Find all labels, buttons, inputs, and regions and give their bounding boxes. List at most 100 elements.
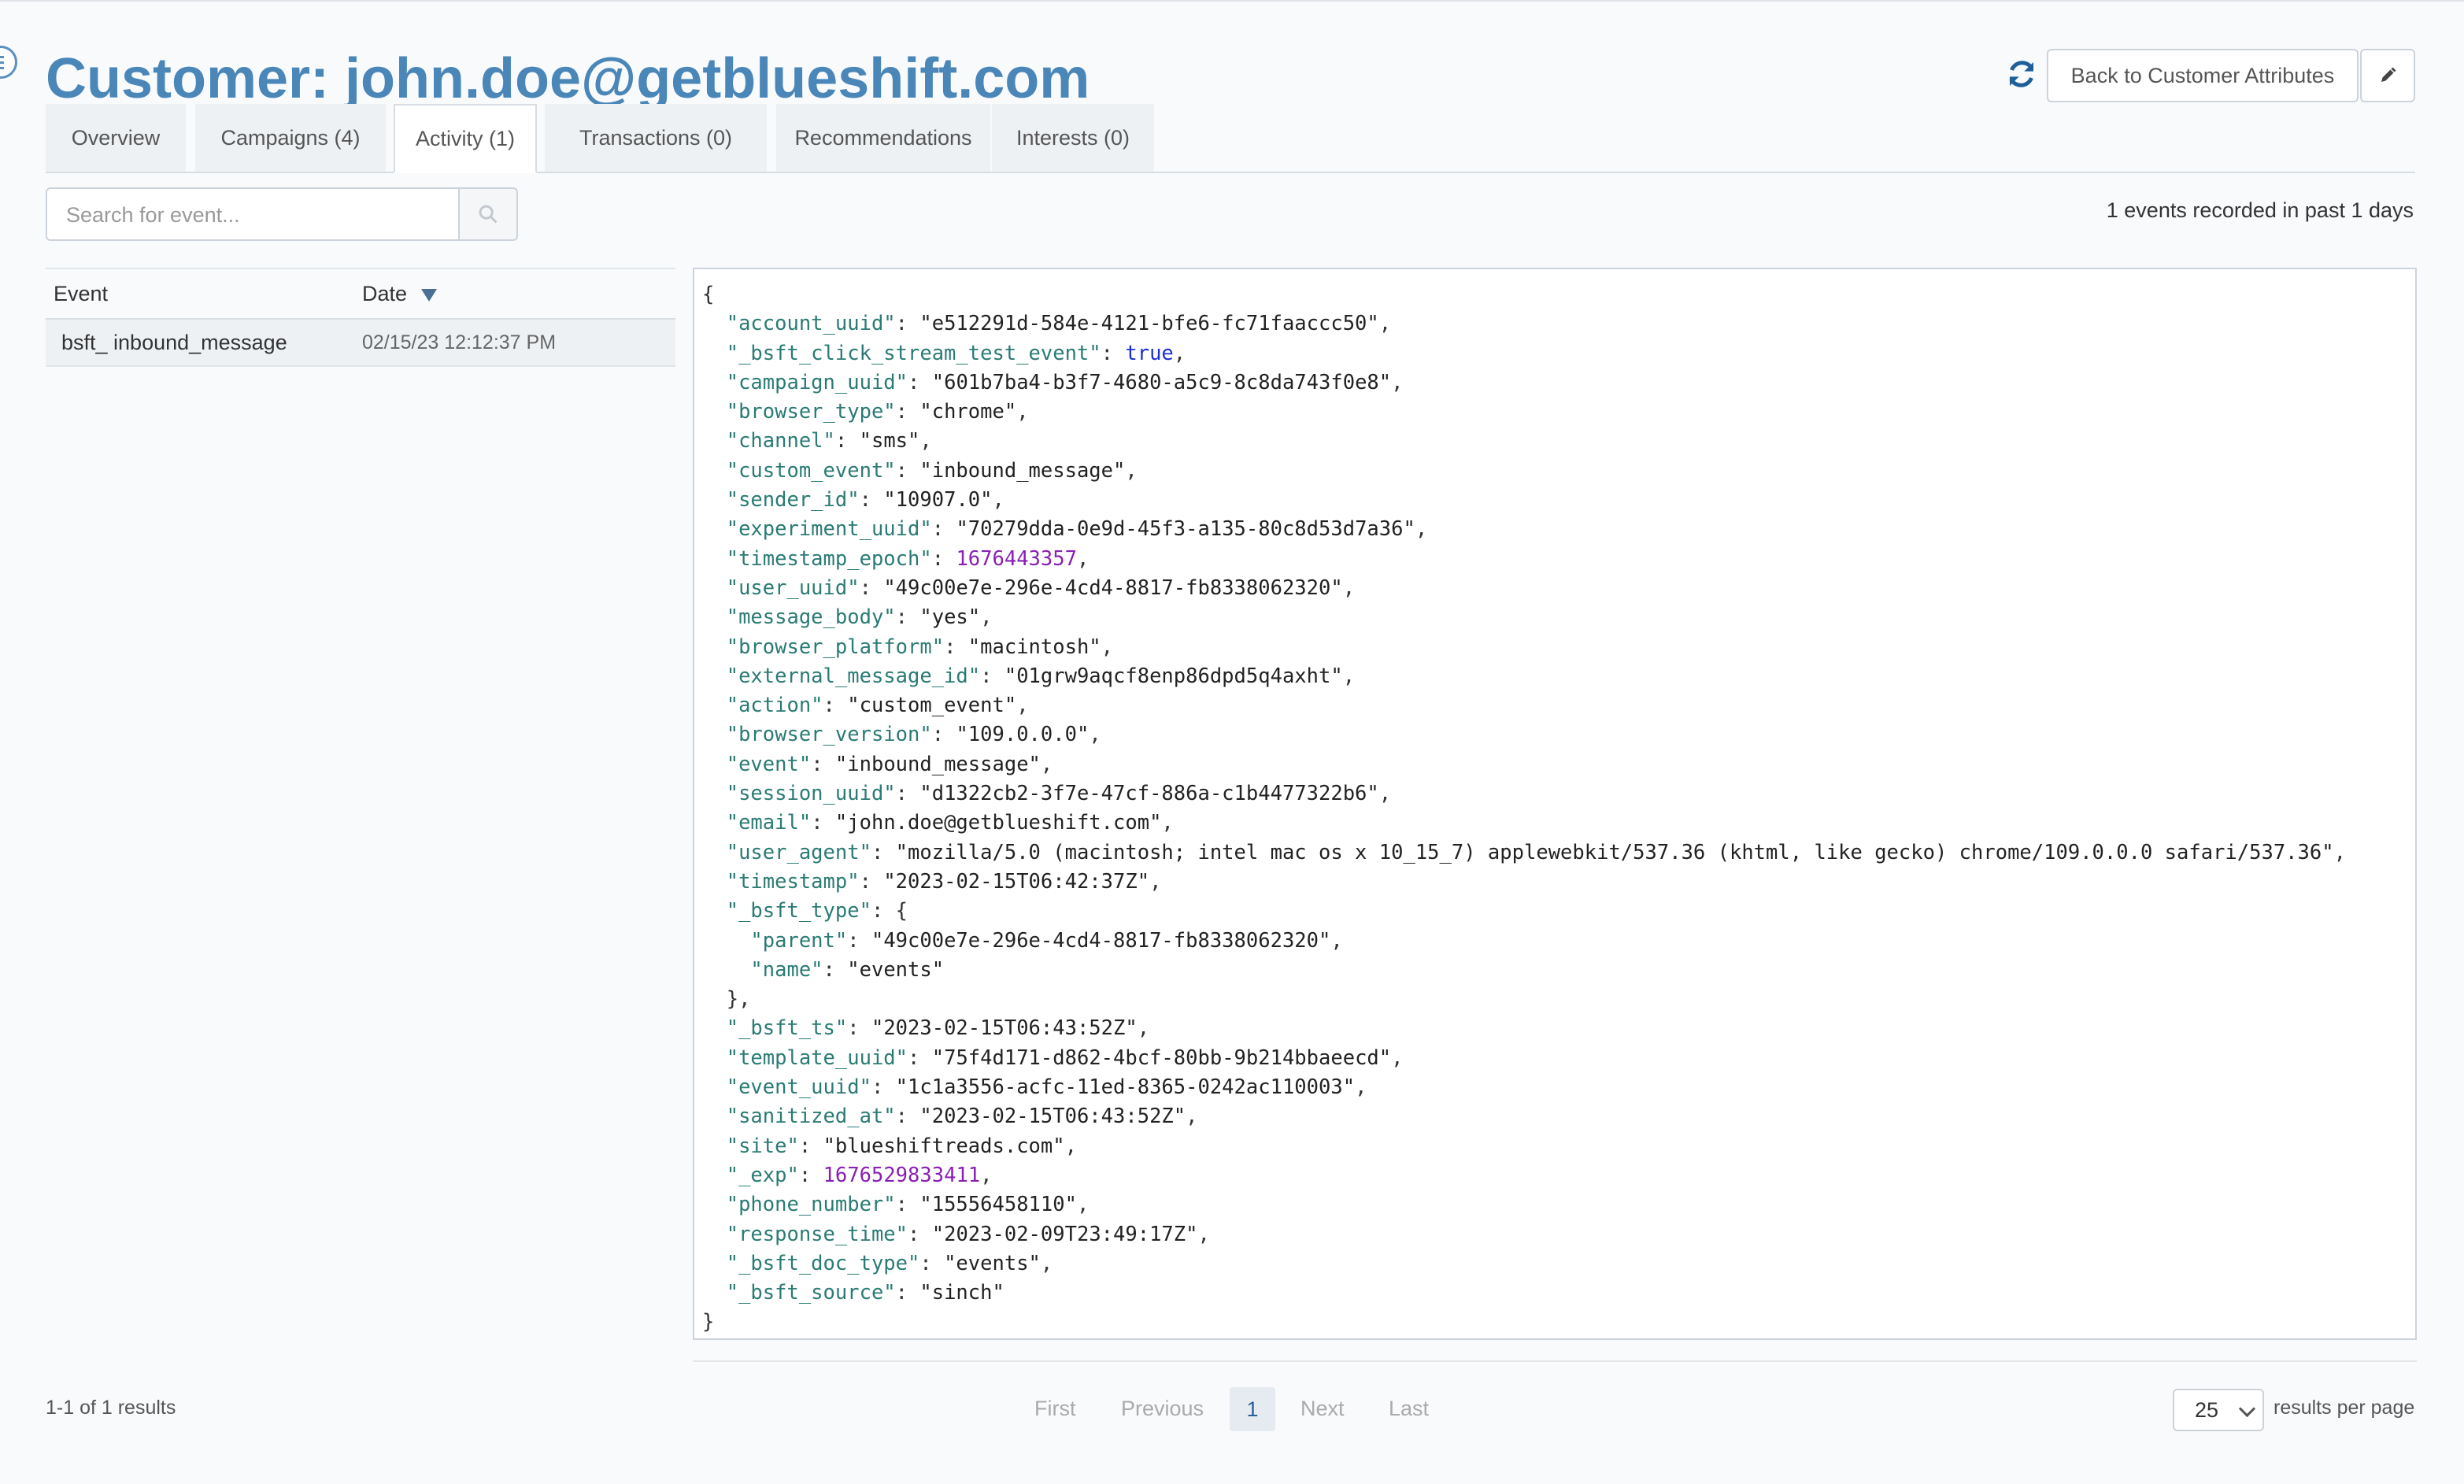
json-value: "chrome" <box>919 400 1017 424</box>
json-line: "response_time": "2023-02-09T23:49:17Z", <box>726 1222 1210 1246</box>
json-line: "event": "inbound_message", <box>726 752 1053 776</box>
json-key: "action" <box>726 694 823 718</box>
table-row[interactable]: bsft_ inbound_message 02/15/23 12:12:37 … <box>46 320 675 367</box>
json-value: "yes" <box>919 605 981 630</box>
json-punct: { <box>702 283 715 306</box>
json-key: "sanitized_at" <box>726 1105 896 1129</box>
json-value: "15556458110" <box>919 1193 1077 1217</box>
menu-icon[interactable] <box>0 46 17 79</box>
json-value: "2023-02-15T06:43:52Z" <box>871 1016 1138 1041</box>
json-value: "macintosh" <box>967 635 1101 659</box>
event-date-cell: 02/15/23 12:12:37 PM <box>362 331 557 353</box>
refresh-icon[interactable] <box>2006 58 2037 90</box>
json-line: }, <box>702 987 751 1012</box>
json-line: "user_uuid": "49c00e7e-296e-4cd4-8817-fb… <box>726 575 1356 600</box>
json-key: "parent" <box>750 928 848 953</box>
json-key: "_bsft_doc_type" <box>726 1251 920 1275</box>
json-line: "message_body": "yes", <box>726 605 993 630</box>
json-key: "_bsft_ts" <box>726 1016 848 1041</box>
json-line: "timestamp_epoch": 1676443357, <box>726 546 1090 571</box>
tab-campaigns[interactable]: Campaigns (4) <box>195 104 386 172</box>
json-value: "601b7ba4-b3f7-4680-a5c9-8c8da743f0e8" <box>931 370 1392 394</box>
json-line: "external_message_id": "01grw9aqcf8enp86… <box>726 664 1356 688</box>
json-line: "sender_id": "10907.0", <box>726 488 1004 513</box>
tab-overview[interactable]: Overview <box>46 104 186 172</box>
json-key: "_bsft_source" <box>726 1281 896 1305</box>
pager-current-page[interactable]: 1 <box>1230 1387 1275 1431</box>
pager-next[interactable]: Next <box>1300 1386 1345 1431</box>
pager-last[interactable]: Last <box>1389 1386 1429 1431</box>
tab-transactions[interactable]: Transactions (0) <box>545 104 767 172</box>
column-header-date[interactable]: Date <box>362 269 438 318</box>
results-range: 1-1 of 1 results <box>46 1397 176 1419</box>
json-line: "experiment_uuid": "70279dda-0e9d-45f3-a… <box>726 517 1428 542</box>
json-value: "1c1a3556-acfc-11ed-8365-0242ac110003" <box>895 1075 1356 1100</box>
json-key: "browser_type" <box>726 400 896 424</box>
json-key: "user_agent" <box>726 840 871 864</box>
json-key: "email" <box>726 811 812 835</box>
json-value: "2023-02-09T23:49:17Z" <box>931 1222 1198 1246</box>
json-line: "account_uuid": "e512291d-584e-4121-bfe6… <box>726 312 1392 336</box>
json-line: "sanitized_at": "2023-02-15T06:43:52Z", <box>726 1105 1198 1129</box>
json-punct: }, <box>726 987 751 1012</box>
chevron-down-icon <box>2238 1400 2256 1418</box>
json-key: "external_message_id" <box>726 664 981 688</box>
json-value: "75f4d171-d862-4bcf-80bb-9b214bbaeecd" <box>931 1045 1392 1070</box>
per-page-select[interactable]: 25 <box>2173 1389 2264 1431</box>
back-to-customer-attributes-button[interactable]: Back to Customer Attributes <box>2047 49 2359 102</box>
json-key: "sender_id" <box>726 488 860 513</box>
json-key: "browser_platform" <box>726 635 945 659</box>
json-line: "browser_type": "chrome", <box>726 400 1029 424</box>
tab-interests[interactable]: Interests (0) <box>992 104 1154 172</box>
json-value: 1676443357 <box>956 546 1077 571</box>
per-page-label: results per page <box>2273 1397 2415 1419</box>
search-icon <box>479 205 498 224</box>
json-line: "name": "events" <box>750 957 945 982</box>
json-line: } <box>702 1310 714 1334</box>
json-value: { <box>895 899 908 923</box>
pager-previous[interactable]: Previous <box>1121 1386 1204 1431</box>
json-line: "email": "john.doe@getblueshift.com", <box>726 811 1174 835</box>
json-line: "_exp": 1676529833411, <box>726 1163 993 1187</box>
json-value: "70279dda-0e9d-45f3-a135-80c8d53d7a36" <box>956 517 1415 542</box>
json-value: "mozilla/5.0 (macintosh; intel mac os x … <box>895 840 2334 864</box>
json-line: { <box>702 283 714 306</box>
search-input[interactable] <box>65 189 453 241</box>
json-key: "account_uuid" <box>726 312 896 336</box>
event-json: { "account_uuid": "e512291d-584e-4121-bf… <box>694 269 2415 1349</box>
json-key: "site" <box>726 1134 799 1158</box>
top-divider <box>0 0 2464 2</box>
json-key: "user_uuid" <box>726 575 860 600</box>
json-value: "blueshiftreads.com" <box>823 1134 1065 1158</box>
json-value: true <box>1125 341 1174 365</box>
json-value: "e512291d-584e-4121-bfe6-fc71faaccc50" <box>919 312 1379 336</box>
search-button[interactable] <box>458 187 518 241</box>
edit-button[interactable] <box>2360 49 2415 102</box>
json-line: "browser_platform": "macintosh", <box>726 635 1114 659</box>
tab-recommendations[interactable]: Recommendations <box>776 104 990 172</box>
json-key: "_exp" <box>726 1163 799 1187</box>
json-value: "events" <box>847 957 945 982</box>
json-key: "message_body" <box>726 605 896 630</box>
json-line: "session_uuid": "d1322cb2-3f7e-47cf-886a… <box>726 782 1392 806</box>
json-key: "event" <box>726 752 812 776</box>
column-header-event[interactable]: Event <box>54 269 108 318</box>
json-line: "site": "blueshiftreads.com", <box>726 1134 1077 1158</box>
json-line: "campaign_uuid": "601b7ba4-b3f7-4680-a5c… <box>726 370 1404 394</box>
json-value: "john.doe@getblueshift.com" <box>834 811 1162 835</box>
pencil-icon <box>2381 67 2396 82</box>
json-value: "2023-02-15T06:42:37Z" <box>883 869 1150 894</box>
tab-activity[interactable]: Activity (1) <box>394 104 537 173</box>
json-line: "phone_number": "15556458110", <box>726 1193 1090 1217</box>
json-key: "custom_event" <box>726 458 896 483</box>
json-value: "inbound_message" <box>834 752 1041 776</box>
json-line: "_bsft_doc_type": "events", <box>726 1251 1053 1275</box>
json-line: "_bsft_ts": "2023-02-15T06:43:52Z", <box>726 1016 1150 1041</box>
json-value: "d1322cb2-3f7e-47cf-886a-c1b4477322b6" <box>919 782 1379 806</box>
json-key: "session_uuid" <box>726 782 896 806</box>
table-header: Event Date <box>46 268 675 320</box>
json-key: "experiment_uuid" <box>726 517 932 542</box>
json-value: "49c00e7e-296e-4cd4-8817-fb8338062320" <box>883 575 1343 600</box>
json-line: "_bsft_type": { <box>726 899 908 923</box>
pager-first[interactable]: First <box>1034 1386 1075 1431</box>
